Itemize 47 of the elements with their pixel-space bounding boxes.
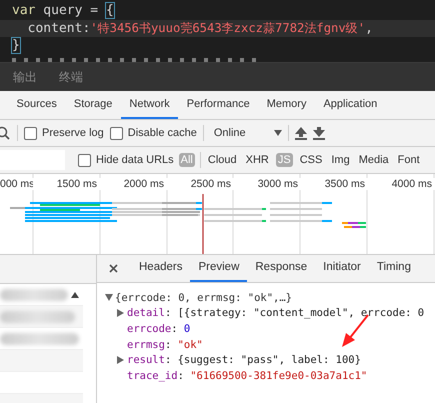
detail-tab[interactable]: Preview — [190, 255, 248, 282]
json-line: errmsg: "ok" — [127, 338, 203, 351]
devtools-tab[interactable]: Storage — [65, 91, 121, 119]
devtools-tab[interactable]: Memory — [258, 91, 315, 119]
search-icon[interactable] — [0, 126, 11, 140]
code-token: } — [12, 38, 20, 53]
code-token: query = — [42, 3, 100, 18]
type-filter[interactable]: CSS — [298, 153, 324, 167]
type-filter[interactable]: Cloud — [206, 153, 239, 167]
panel-tab[interactable]: 终端 — [59, 68, 83, 86]
json-line: result: {suggest: "pass", label: 100} — [127, 354, 361, 366]
upload-icon[interactable] — [294, 126, 307, 140]
code-token: '特3456书yuuo莞6543李zxcz蒜7782法fgnv级' — [90, 20, 366, 34]
blurred-text — [0, 288, 68, 300]
dropdown-icon — [274, 130, 282, 136]
devtools-tab[interactable]: Application — [314, 91, 386, 119]
json-line: errcode: 0 — [127, 322, 190, 335]
json-line: detail: [{strategy: "content_model", errcode: 0 — [127, 307, 424, 320]
type-filter[interactable]: Media — [356, 153, 391, 167]
time-tick-label: 1500 ms — [33, 178, 100, 190]
type-filter[interactable]: XHR — [244, 153, 271, 167]
detail-tab[interactable]: Response — [247, 255, 316, 282]
collapsed-triangle-icon[interactable] — [117, 309, 124, 318]
throttle-dropdown[interactable]: Online — [210, 127, 282, 139]
json-line: trace_id: "61669500-381fe9e0-03a7a1c1" — [127, 370, 368, 382]
detail-tab[interactable]: Timing — [368, 255, 419, 282]
type-filter[interactable]: Font — [396, 153, 422, 167]
type-filter[interactable]: Img — [329, 153, 352, 167]
devtools-tab[interactable]: Performance — [178, 91, 258, 119]
preserve-log-checkbox[interactable]: Preserve log — [24, 126, 104, 140]
detail-tab[interactable]: Initiator — [315, 255, 369, 282]
code-token: content: — [26, 20, 90, 36]
code-token: var — [12, 3, 36, 18]
code-token: , — [365, 20, 373, 36]
code-token: { — [106, 3, 114, 18]
scroll-up-icon[interactable] — [71, 292, 79, 298]
detail-tab[interactable]: Headers — [131, 255, 190, 282]
time-tick-label: 2500 ms — [167, 178, 234, 190]
download-icon[interactable] — [312, 126, 325, 140]
time-tick-label: 2000 ms — [100, 178, 167, 190]
disable-cache-checkbox[interactable]: Disable cache — [110, 126, 197, 140]
hide-data-urls-checkbox[interactable]: Hide data URLs — [78, 154, 174, 166]
collapsed-triangle-icon[interactable] — [117, 356, 124, 364]
expanded-triangle-icon[interactable] — [105, 294, 113, 302]
devtools-tab[interactable]: Sources — [8, 91, 66, 119]
json-line: {errcode: 0, errmsg: "ok",…} — [115, 292, 292, 304]
panel-tab[interactable]: 输出 — [13, 68, 37, 86]
